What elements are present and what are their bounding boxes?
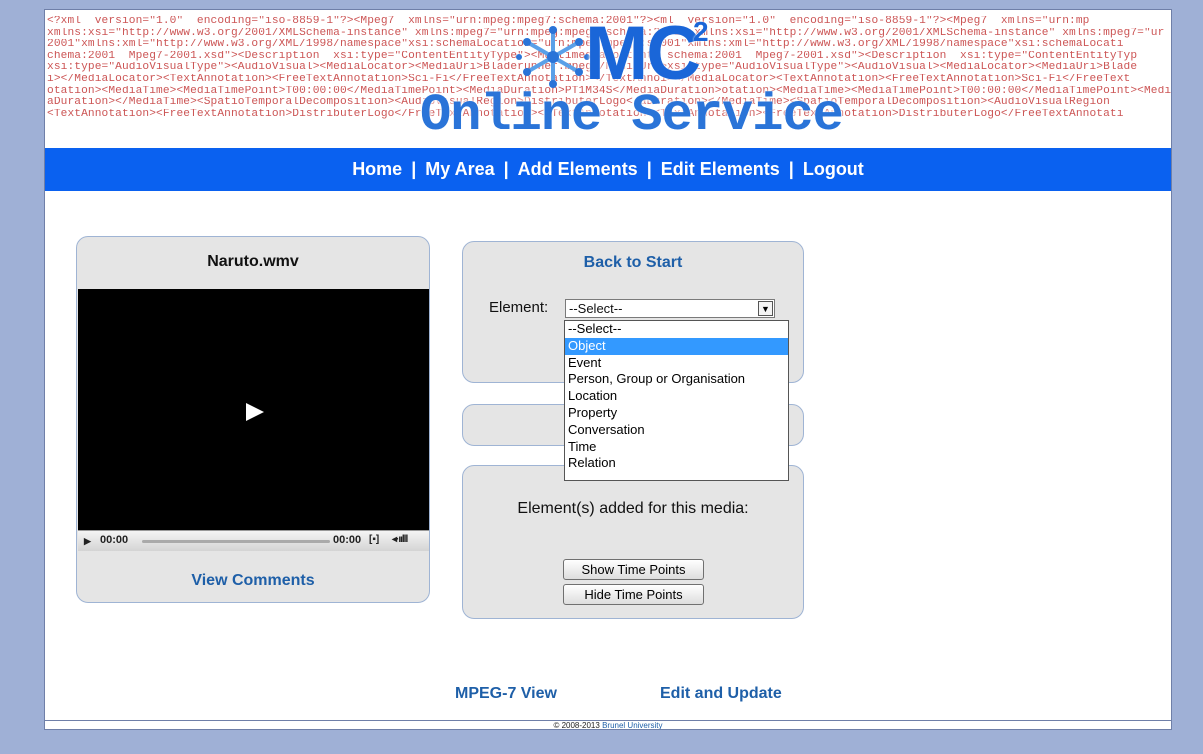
nav-logout[interactable]: Logout (803, 159, 864, 180)
duration-time: 00:00 (333, 534, 362, 546)
nav-my-area[interactable]: My Area (425, 159, 494, 180)
dropdown-option[interactable]: Time (565, 439, 788, 456)
dropdown-option[interactable]: Person, Group or Organisation (565, 371, 788, 388)
current-time: 00:00 (100, 534, 129, 546)
main-navigation: Home | My Area | Add Elements | Edit Ele… (45, 148, 1171, 191)
element-label: Element: (489, 299, 549, 316)
dropdown-option[interactable]: Location (565, 388, 788, 405)
added-elements-panel: Element(s) added for this media: Show Ti… (462, 465, 804, 619)
element-dropdown-list: --Select-- Object Event Person, Group or… (564, 320, 789, 481)
nav-edit-elements[interactable]: Edit Elements (661, 159, 780, 180)
page-container: <?xml version="1.0" encoding="iso-8859-1… (44, 9, 1172, 730)
nav-separator: | (503, 159, 509, 179)
play-icon[interactable] (246, 403, 264, 421)
dropdown-option[interactable]: Conversation (565, 422, 788, 439)
dropdown-option[interactable]: --Select-- (565, 321, 788, 338)
media-title: Naruto.wmv (207, 253, 299, 270)
fullscreen-icon[interactable]: [▪] (369, 534, 379, 545)
nav-home[interactable]: Home (352, 159, 402, 180)
chevron-down-icon[interactable]: ▼ (758, 301, 773, 316)
play-button-icon[interactable]: ▶ (84, 536, 91, 547)
show-time-points-button[interactable]: Show Time Points (563, 559, 704, 580)
media-panel: Naruto.wmv ▶ 00:00 00:00 [▪] ◂·ıılll Vie… (76, 236, 430, 603)
nav-separator: | (646, 159, 652, 179)
copyright-text: © 2008-2013 (553, 721, 603, 730)
dropdown-option[interactable]: Property (565, 405, 788, 422)
footer-university-link[interactable]: Brunel University (602, 721, 662, 729)
dropdown-option[interactable]: Relation (565, 455, 788, 472)
dropdown-option[interactable]: Event (565, 355, 788, 372)
dropdown-option-highlighted[interactable]: Object (565, 337, 788, 355)
volume-icon[interactable]: ◂·ıılll (392, 534, 408, 545)
logo-mc-text: MC (585, 11, 701, 96)
mpeg7-view-link[interactable]: MPEG-7 View (455, 685, 557, 703)
seek-bar[interactable] (142, 540, 330, 543)
snowflake-logo-icon (516, 26, 590, 88)
footer: © 2008-2013 Brunel University (45, 720, 1171, 730)
logo-online-service-text: Online Service (420, 86, 844, 145)
view-comments-link[interactable]: View Comments (77, 572, 429, 590)
video-player[interactable] (78, 289, 429, 530)
logo-superscript: 2 (693, 16, 709, 47)
element-select-value: --Select-- (569, 301, 623, 316)
site-banner: <?xml version="1.0" encoding="iso-8859-1… (45, 10, 1171, 148)
nav-separator: | (411, 159, 417, 179)
video-controls: ▶ 00:00 00:00 [▪] ◂·ıılll (78, 530, 429, 551)
element-select[interactable]: --Select-- ▼ (565, 299, 775, 318)
edit-and-update-link[interactable]: Edit and Update (660, 685, 782, 703)
back-to-start-link[interactable]: Back to Start (463, 254, 803, 272)
nav-add-elements[interactable]: Add Elements (518, 159, 638, 180)
nav-separator: | (788, 159, 794, 179)
hide-time-points-button[interactable]: Hide Time Points (563, 584, 704, 605)
added-elements-heading: Element(s) added for this media: (517, 500, 749, 517)
